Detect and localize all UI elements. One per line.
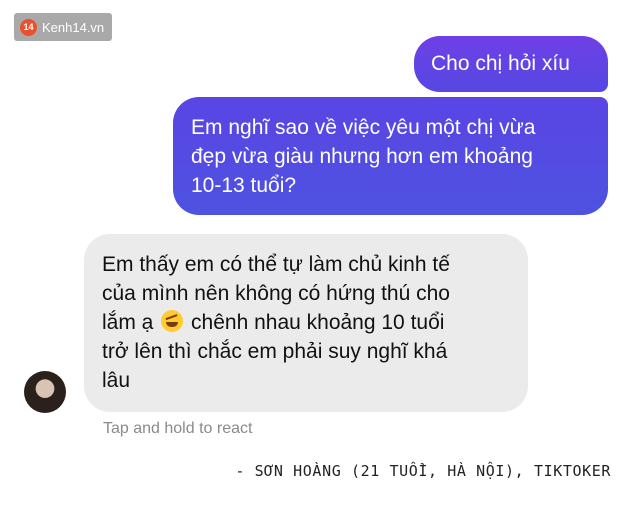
message-line: đẹp vừa giàu nhưng hơn em khoảng	[191, 145, 533, 168]
message-line: của mình nên không có hứng thú cho	[102, 282, 450, 305]
message-line: lắm ạ chênh nhau khoảng 10 tuổi	[102, 308, 510, 337]
watermark-text: Kenh14.vn	[42, 19, 105, 35]
message-fragment: chênh nhau khoảng 10 tuổi	[191, 311, 445, 334]
sent-message-text: Cho chị hỏi xíu	[431, 52, 570, 75]
avatar[interactable]	[24, 371, 66, 413]
message-fragment: lắm ạ	[102, 311, 154, 334]
received-message-bubble[interactable]: Em thấy em có thể tự làm chủ kinh tế của…	[84, 234, 528, 412]
caption-credit: - SƠN HOÀNG (21 TUỔI, HÀ NỘI), TIKTOKER	[235, 462, 611, 480]
react-hint: Tap and hold to react	[103, 420, 253, 437]
sent-message-bubble[interactable]: Em nghĩ sao về việc yêu một chị vừa đẹp …	[173, 97, 608, 215]
message-line: Em thấy em có thể tự làm chủ kinh tế	[102, 253, 450, 276]
watermark: 14 Kenh14.vn	[14, 13, 113, 41]
message-line: trở lên thì chắc em phải suy nghĩ khá	[102, 340, 448, 363]
message-line: lâu	[102, 369, 131, 392]
message-line: Em nghĩ sao về việc yêu một chị vừa	[191, 116, 536, 139]
laughing-emoji-icon	[161, 310, 184, 332]
kenh14-logo-icon: 14	[20, 18, 37, 36]
sent-message-bubble[interactable]: Cho chị hỏi xíu	[414, 36, 608, 92]
message-line: 10-13 tuổi?	[191, 174, 297, 197]
